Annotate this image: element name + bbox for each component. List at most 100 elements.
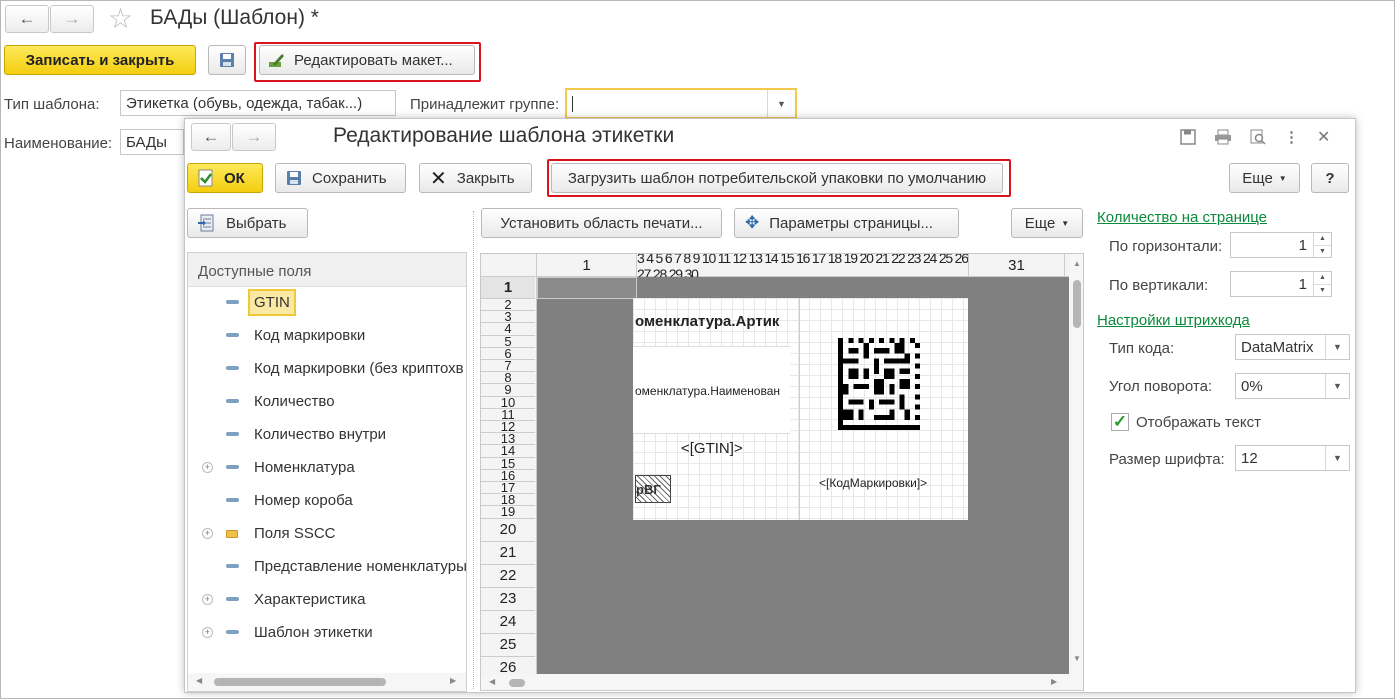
tree-item[interactable]: Количество внутри: [188, 421, 386, 447]
available-fields-panel: Доступные поля GTIN Код маркировки Код мар…: [187, 252, 467, 692]
page-params-button[interactable]: ✥ Параметры страницы...: [734, 208, 959, 238]
tree-item[interactable]: GTIN: [188, 288, 296, 316]
tree-item[interactable]: Представление номенклатуры: [188, 553, 466, 579]
more-button-2[interactable]: Еще ▼: [1011, 208, 1083, 238]
vertical-scrollbar[interactable]: ▲ ▼: [1069, 254, 1083, 674]
help-button[interactable]: ?: [1311, 163, 1349, 193]
scroll-down-icon[interactable]: ▼: [1073, 654, 1081, 663]
scroll-thumb[interactable]: [214, 678, 386, 686]
row-header[interactable]: 1: [481, 277, 535, 299]
scroll-left-icon[interactable]: ◀: [489, 677, 495, 686]
tree-item[interactable]: + Номенклатура: [188, 454, 355, 480]
row-header[interactable]: 24: [481, 611, 535, 634]
expand-plus-icon[interactable]: +: [202, 527, 213, 539]
rotation-select[interactable]: 0% ▼: [1235, 373, 1350, 399]
col-header-1[interactable]: 1: [537, 254, 637, 277]
back-button[interactable]: ←: [5, 5, 49, 33]
dialog-save-button[interactable]: Сохранить: [275, 163, 406, 193]
horizontal-count-field[interactable]: 1 ▲ ▼: [1230, 232, 1332, 258]
vertical-label: По вертикали:: [1109, 277, 1209, 294]
set-print-area-button[interactable]: Установить область печати...: [481, 208, 722, 238]
favorite-star-icon[interactable]: ☆: [108, 2, 133, 35]
chevron-down-icon[interactable]: ▼: [1325, 374, 1349, 398]
v-scroll-thumb[interactable]: [1073, 280, 1081, 328]
name-field[interactable]: БАДы: [120, 129, 184, 155]
code-type-select[interactable]: DataMatrix ▼: [1235, 334, 1350, 360]
more-vertical-icon[interactable]: ⋮: [1284, 128, 1299, 146]
row-header[interactable]: 21: [481, 542, 535, 565]
tree-item[interactable]: Номер короба: [188, 487, 353, 513]
forward-button[interactable]: →: [50, 5, 94, 33]
font-size-select[interactable]: 12 ▼: [1235, 445, 1350, 471]
spin-buttons[interactable]: ▲ ▼: [1313, 233, 1331, 257]
show-text-checkbox[interactable]: ✓: [1111, 412, 1129, 431]
chevron-down-icon[interactable]: ▼: [1325, 446, 1349, 470]
template-type-label: Тип шаблона:: [4, 96, 100, 113]
field-icon: [226, 333, 239, 337]
tree-item[interactable]: Код маркировки (без криптохв: [188, 355, 464, 381]
qty-per-page-link[interactable]: Количество на странице: [1097, 209, 1267, 226]
page-params-label: Параметры страницы...: [769, 214, 933, 232]
tree-item[interactable]: + Поля SSCC: [188, 520, 336, 546]
save-label: Сохранить: [312, 169, 387, 187]
row-header[interactable]: 20: [481, 519, 535, 542]
save-button[interactable]: [208, 45, 246, 75]
arrow-left-icon: ←: [18, 9, 36, 28]
preview-icon[interactable]: [1250, 129, 1266, 145]
template-type-field[interactable]: Этикетка (обувь, одежда, табак...): [120, 90, 396, 116]
col-headers-3-30[interactable]: 3 4 5 6 7 8 9 10 11 12 13 14 15 16 17 18…: [637, 254, 969, 277]
close-label: Закрыть: [456, 169, 515, 187]
field-icon: [226, 498, 239, 502]
scroll-up-icon[interactable]: ▲: [1073, 259, 1081, 268]
dialog-close-button[interactable]: ✕ Закрыть: [419, 163, 532, 193]
scroll-left-icon[interactable]: ◀: [196, 676, 202, 685]
tree-item[interactable]: Код маркировки: [188, 322, 365, 348]
dialog-forward-button[interactable]: →: [232, 123, 276, 151]
select-label: Выбрать: [226, 214, 287, 232]
row-header[interactable]: 22: [481, 565, 535, 588]
h-scroll-thumb[interactable]: [509, 679, 525, 687]
chevron-down-icon[interactable]: ▼: [1325, 335, 1349, 359]
column-headers: 1 3 4 5 6 7 8 9 10 11 12 13 14 15 16 17 …: [481, 254, 1083, 277]
dialog-back-button[interactable]: ←: [191, 123, 231, 151]
expand-plus-icon[interactable]: +: [202, 593, 213, 605]
expand-plus-icon[interactable]: +: [202, 461, 213, 473]
vertical-count-field[interactable]: 1 ▲ ▼: [1230, 271, 1332, 297]
close-x-icon: ✕: [430, 167, 447, 190]
close-icon[interactable]: ✕: [1317, 127, 1330, 147]
more-button[interactable]: Еще ▼: [1229, 163, 1300, 193]
expand-plus-icon[interactable]: +: [202, 626, 213, 638]
horizontal-scrollbar[interactable]: ◀ ▶: [188, 673, 466, 691]
chevron-down-icon[interactable]: ▼: [767, 90, 795, 117]
row-header[interactable]: 25: [481, 634, 535, 657]
group-label: Принадлежит группе:: [410, 96, 560, 113]
edit-label-dialog: ← → Редактирование шаблона этикетки ⋮ ✕ …: [184, 118, 1356, 693]
row-header[interactable]: 23: [481, 588, 535, 611]
floppy-icon: [220, 53, 234, 67]
group-field[interactable]: ▼: [565, 88, 797, 119]
spin-buttons[interactable]: ▲ ▼: [1313, 272, 1331, 296]
tree-item[interactable]: + Характеристика: [188, 586, 366, 612]
save-disk-icon[interactable]: [1180, 129, 1196, 145]
field-icon: [226, 597, 239, 601]
selected-cell[interactable]: [537, 277, 637, 299]
barcode-settings-link[interactable]: Настройки штрихкода: [1097, 312, 1250, 329]
spin-down-icon: ▼: [1319, 286, 1326, 294]
spin-up-icon: ▲: [1314, 272, 1331, 285]
scroll-right-icon[interactable]: ▶: [1051, 677, 1057, 686]
field-icon: [226, 300, 239, 304]
select-button[interactable]: Выбрать: [187, 208, 308, 238]
save-and-close-button[interactable]: Записать и закрыть: [4, 45, 196, 75]
spreadsheet[interactable]: 1 3 4 5 6 7 8 9 10 11 12 13 14 15 16 17 …: [480, 253, 1084, 691]
font-size-label: Размер шрифта:: [1109, 451, 1225, 468]
panel-splitter[interactable]: [473, 211, 474, 689]
tree-item[interactable]: Количество: [188, 388, 335, 414]
tree-item-label: Номенклатура: [254, 458, 355, 476]
scroll-right-icon[interactable]: ▶: [450, 676, 456, 685]
col-header-31[interactable]: 31: [969, 254, 1065, 277]
print-icon[interactable]: [1214, 129, 1232, 145]
tree-item[interactable]: + Шаблон этикетки: [188, 619, 373, 645]
sheet-horizontal-scrollbar[interactable]: ◀ ▶: [481, 674, 1083, 690]
row-header[interactable]: 19: [481, 504, 535, 519]
ok-button[interactable]: ОК: [187, 163, 263, 193]
